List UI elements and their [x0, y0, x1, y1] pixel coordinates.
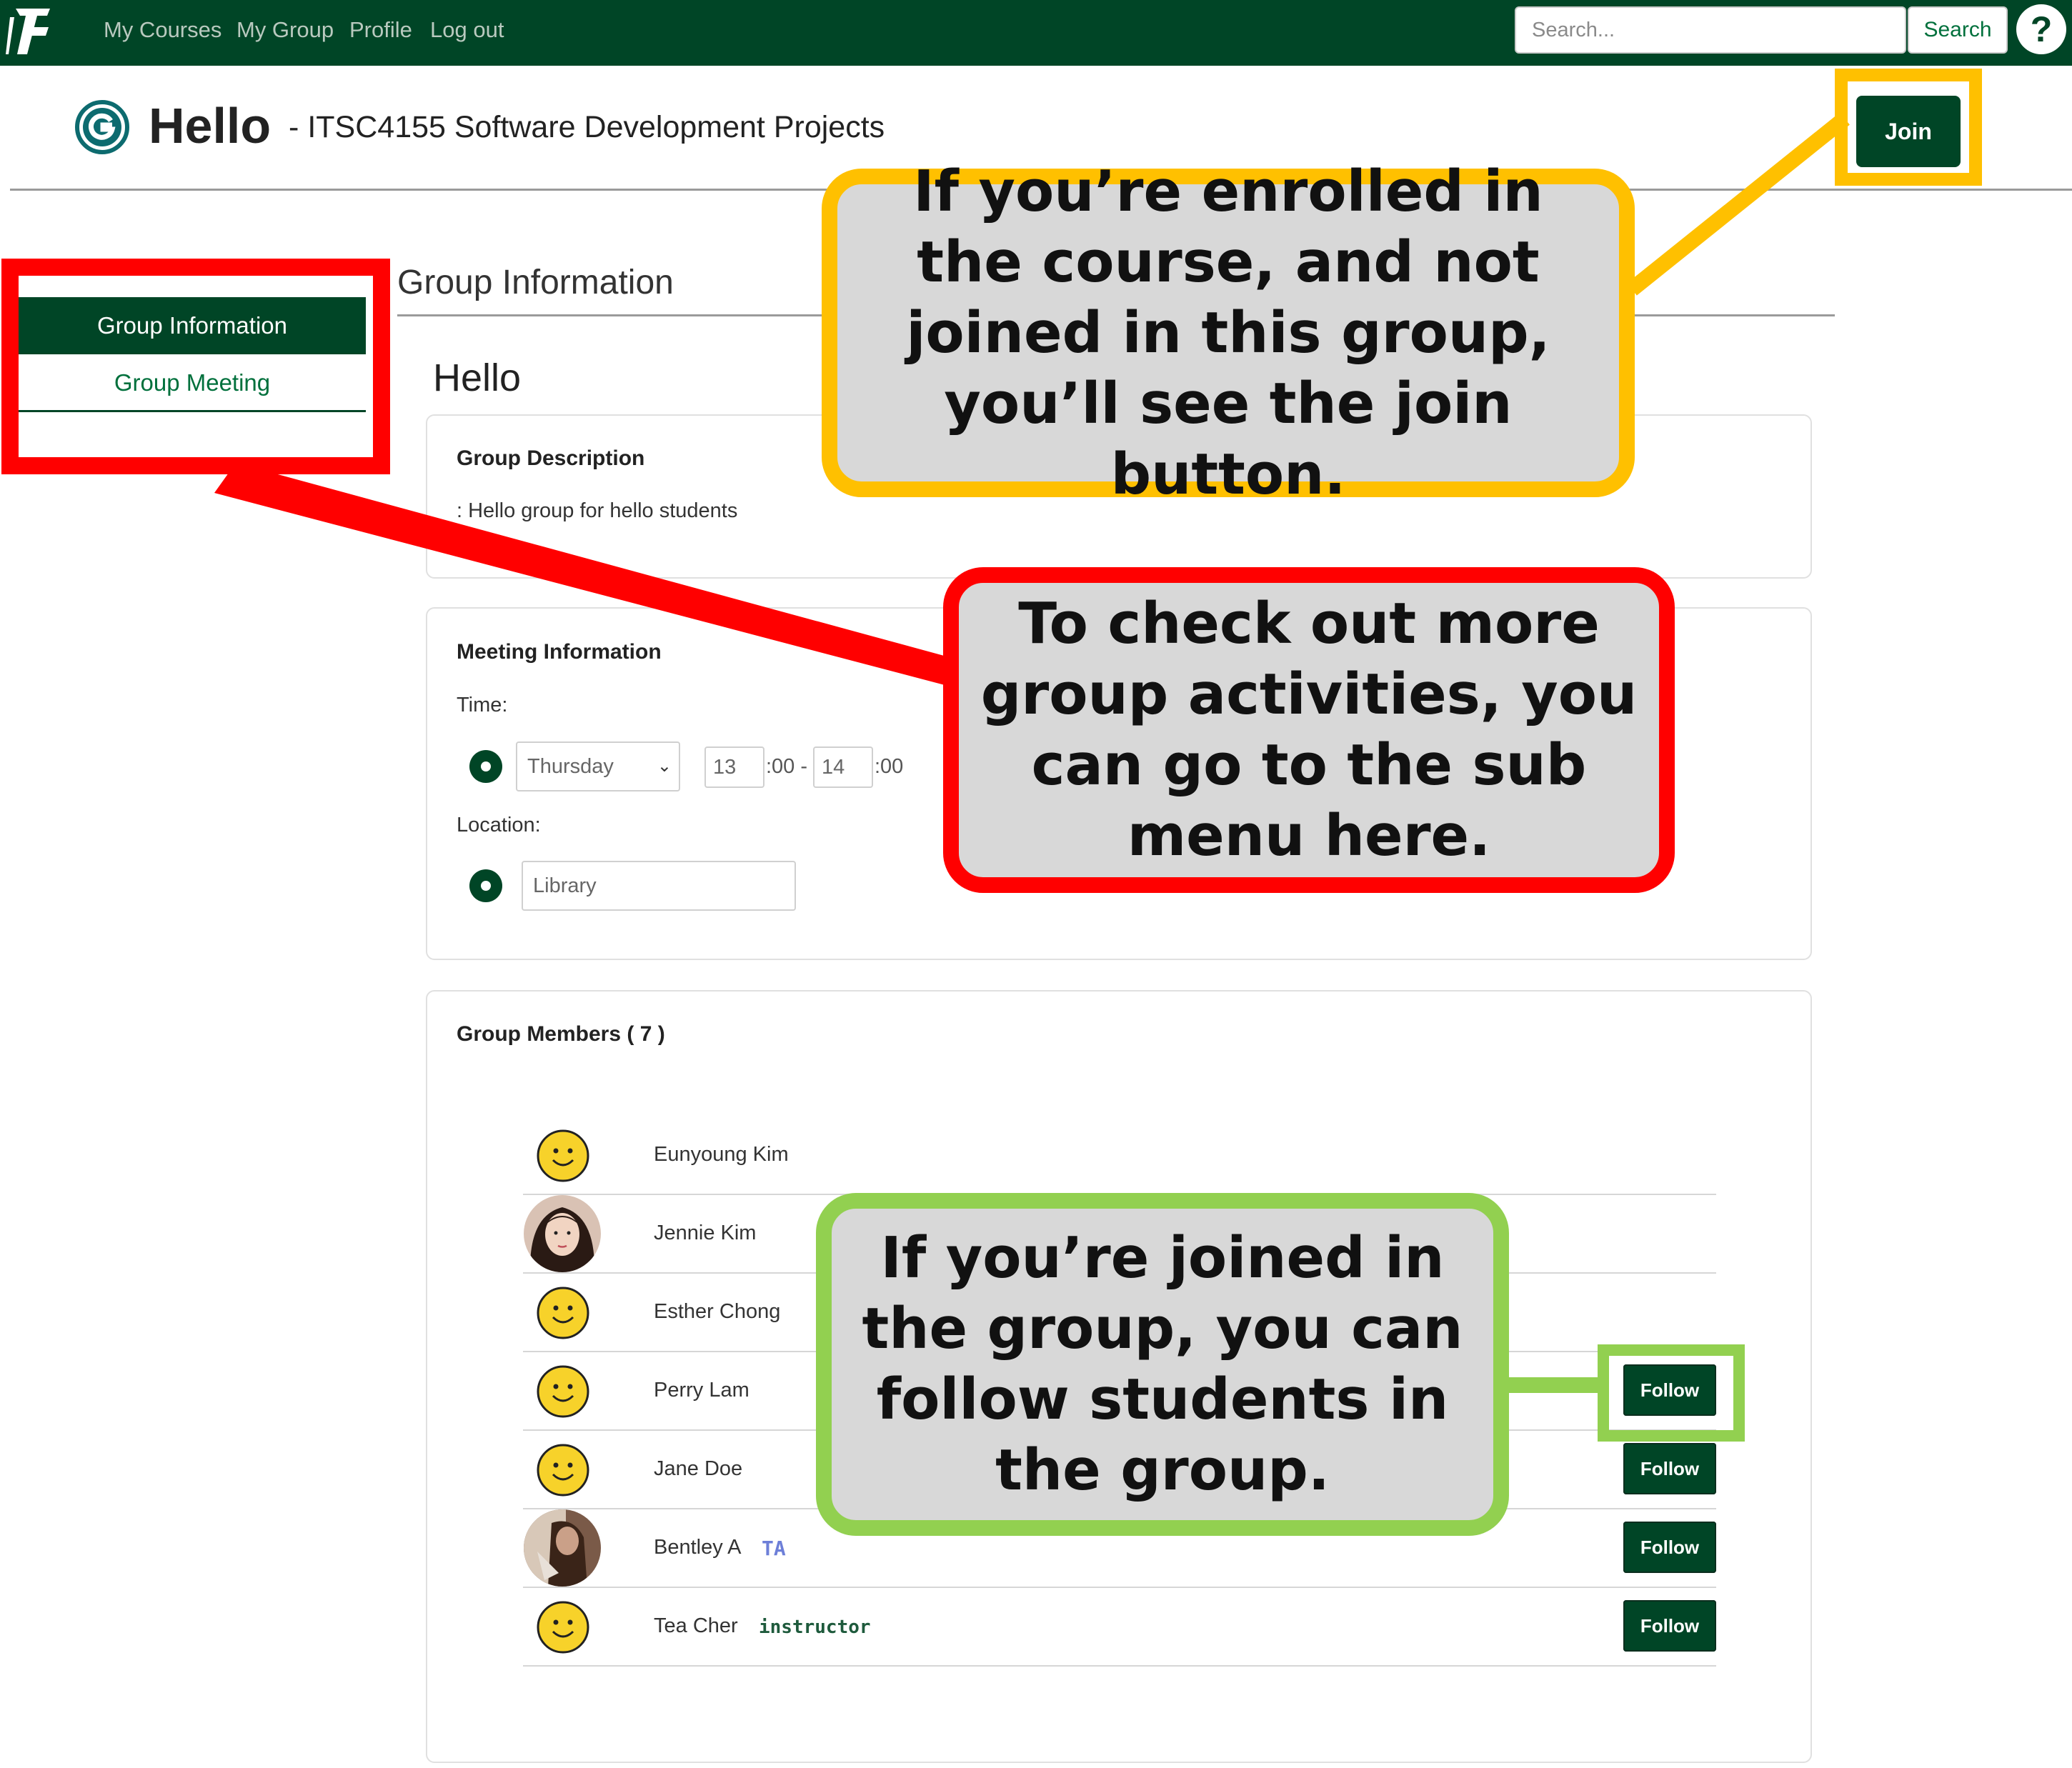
member-name[interactable]: Tea Cher [654, 1612, 738, 1640]
submenu-highlight-box [1, 259, 390, 474]
smiley-icon [537, 1287, 589, 1339]
member-photo-avatar [524, 1195, 601, 1272]
subtitle-dash: - [289, 110, 299, 144]
submenu-callout: To check out more group activities, you … [943, 567, 1675, 893]
meeting-information-title: Meeting Information [457, 640, 662, 664]
search-button[interactable]: Search [1908, 6, 2008, 54]
smiley-icon [537, 1129, 589, 1182]
follow-button[interactable]: Follow [1623, 1443, 1716, 1494]
member-name[interactable]: Perry Lam [654, 1376, 749, 1404]
search-input[interactable] [1515, 6, 1906, 54]
group-description-text: : Hello group for hello students [457, 499, 738, 522]
ta-badge: TA [762, 1537, 786, 1560]
group-logo-icon [75, 100, 129, 154]
group-description-title: Group Description [457, 446, 645, 470]
section-title: Group Information [397, 264, 674, 301]
end-minute-text: :00 [875, 755, 904, 778]
help-icon[interactable]: ? [2016, 4, 2066, 54]
start-minute-text: :00 - [766, 755, 808, 778]
time-radio[interactable] [469, 750, 502, 783]
nav-link-profile[interactable]: Profile [349, 16, 412, 44]
smiley-icon [537, 1444, 589, 1497]
follow-callout: If you’re joined in the group, you can f… [816, 1193, 1509, 1536]
page-title: Hello [149, 98, 272, 154]
group-name: Hello [433, 356, 522, 399]
start-hour-field[interactable]: 13 [704, 746, 764, 788]
member-name[interactable]: Jane Doe [654, 1454, 742, 1483]
location-label: Location: [457, 814, 541, 836]
nav-link-log-out[interactable]: Log out [430, 16, 504, 44]
member-name[interactable]: Esther Chong [654, 1297, 780, 1326]
join-connector-line [1627, 112, 1850, 296]
member-name[interactable]: Jennie Kim [654, 1219, 756, 1247]
nav-link-my-group[interactable]: My Group [236, 16, 334, 44]
smiley-icon [537, 1601, 589, 1654]
member-divider [523, 1665, 1716, 1667]
day-select[interactable]: Thursday ⌄ [516, 741, 680, 791]
join-highlight-box [1835, 69, 1982, 186]
course-name: ITSC4155 Software Development Projects [307, 110, 885, 144]
member-photo-avatar [524, 1509, 601, 1587]
member-name[interactable]: Eunyoung Kim [654, 1140, 789, 1169]
follow-button[interactable]: Follow [1623, 1600, 1716, 1652]
location-field[interactable]: Library [522, 861, 796, 911]
end-hour-field[interactable]: 14 [813, 746, 873, 788]
nav-link-my-courses[interactable]: My Courses [104, 16, 221, 44]
join-callout: If you’re enrolled in the course, and no… [822, 159, 1635, 507]
follow-highlight-box [1598, 1344, 1745, 1442]
member-name[interactable]: Bentley A [654, 1533, 742, 1562]
member-divider [523, 1587, 1716, 1588]
smiley-icon [537, 1365, 589, 1418]
group-members-title: Group Members ( 7 ) [457, 1022, 665, 1046]
course-subtitle: - ITSC4155 Software Development Projects [289, 107, 885, 147]
time-label: Time: [457, 694, 508, 716]
university-logo-icon[interactable] [6, 3, 57, 60]
chevron-down-icon: ⌄ [657, 756, 672, 776]
day-select-value: Thursday [527, 755, 614, 778]
instructor-badge: instructor [759, 1617, 871, 1638]
follow-button[interactable]: Follow [1623, 1522, 1716, 1573]
location-radio[interactable] [469, 869, 502, 902]
